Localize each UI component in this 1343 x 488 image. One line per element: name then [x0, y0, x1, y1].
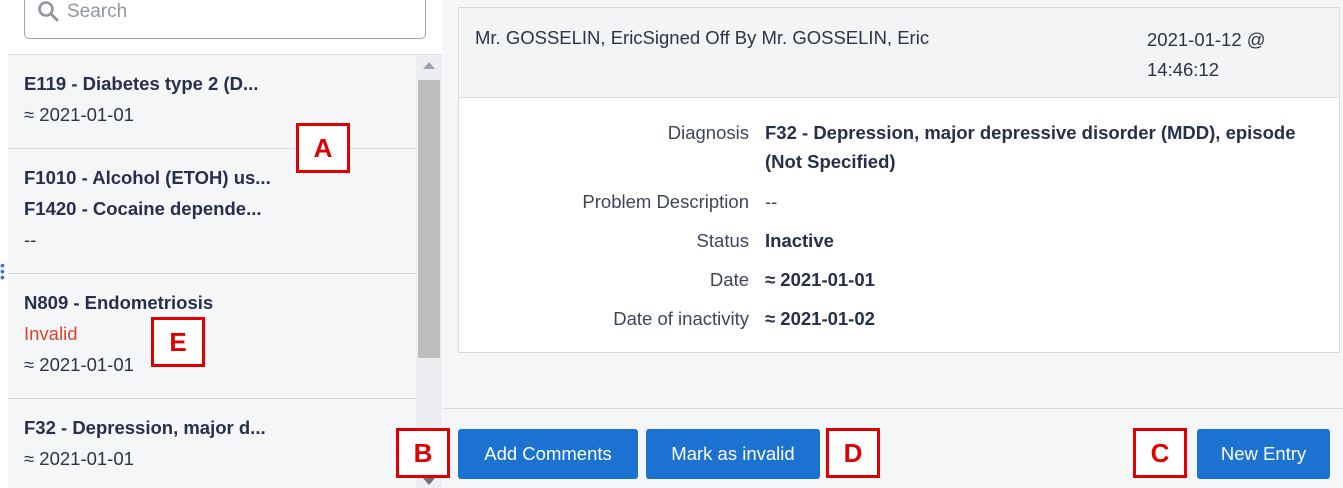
add-comments-button[interactable]: Add Comments	[458, 429, 638, 479]
new-entry-button[interactable]: New Entry	[1197, 429, 1330, 479]
date-of-inactivity-label: Date of inactivity	[613, 308, 749, 329]
problem-description-label: Problem Description	[582, 191, 749, 212]
list-item-date: ≈ 2021-01-01	[24, 354, 134, 375]
list-item-status: Invalid	[24, 323, 78, 344]
diagnosis-value: F32 - Depression, major depressive disor…	[765, 122, 1296, 172]
list-item-title: F1010 - Alcohol (ETOH) us...	[24, 167, 271, 188]
scroll-up-icon[interactable]	[423, 62, 435, 69]
scroll-down-icon[interactable]	[423, 478, 435, 485]
search-area	[8, 0, 442, 55]
list-item[interactable]: E119 - Diabetes type 2 (D... ≈ 2021-01-0…	[8, 56, 416, 149]
date-label: Date	[709, 269, 749, 290]
list-item[interactable]: N809 - Endometriosis Invalid ≈ 2021-01-0…	[8, 274, 416, 399]
search-input[interactable]	[67, 1, 407, 23]
callout-d: D	[826, 428, 880, 478]
list-item[interactable]: F32 - Depression, major d... ≈ 2021-01-0…	[8, 399, 416, 488]
search-box[interactable]	[24, 0, 426, 39]
entry-author: Mr. GOSSELIN, EricSigned Off By Mr. GOSS…	[475, 27, 930, 48]
status-label: Status	[696, 230, 749, 251]
list-item-title: F32 - Depression, major d...	[24, 417, 266, 438]
scroll-thumb[interactable]	[418, 80, 440, 358]
entry-card: Mr. GOSSELIN, EricSigned Off By Mr. GOSS…	[458, 7, 1340, 353]
detail-panel: Mr. GOSSELIN, EricSigned Off By Mr. GOSS…	[443, 0, 1343, 488]
list-item-title: F1420 - Cocaine depende...	[24, 198, 262, 219]
callout-e: E	[151, 317, 205, 367]
status-value: Inactive	[765, 230, 834, 251]
problem-description-value: --	[765, 191, 778, 212]
mark-invalid-button[interactable]: Mark as invalid	[646, 429, 820, 479]
list-item-title: E119 - Diabetes type 2 (D...	[24, 73, 259, 94]
date-value: ≈ 2021-01-01	[765, 269, 875, 290]
entry-header: Mr. GOSSELIN, EricSigned Off By Mr. GOSS…	[459, 8, 1339, 98]
search-icon	[38, 1, 59, 22]
list-item-date: --	[24, 229, 37, 250]
list-item-title: N809 - Endometriosis	[24, 292, 214, 313]
list-item[interactable]: F1010 - Alcohol (ETOH) us... F1420 - Coc…	[8, 149, 416, 274]
entry-datetime: 2021-01-12 @ 14:46:12	[1147, 29, 1266, 80]
left-edge: • • •	[0, 0, 8, 488]
problem-list: E119 - Diabetes type 2 (D... ≈ 2021-01-0…	[8, 56, 416, 488]
callout-a: A	[296, 123, 350, 173]
callout-c: C	[1133, 428, 1187, 478]
resize-grip-icon[interactable]: • • •	[0, 258, 5, 284]
list-item-date: ≈ 2021-01-01	[24, 104, 134, 125]
problem-list-panel: E119 - Diabetes type 2 (D... ≈ 2021-01-0…	[8, 0, 442, 488]
diagnosis-label: Diagnosis	[667, 122, 749, 143]
callout-b: B	[396, 428, 450, 478]
list-scrollbar[interactable]	[416, 56, 442, 488]
date-of-inactivity-value: ≈ 2021-01-02	[765, 308, 875, 329]
action-bar: Add Comments Mark as invalid New Entry	[443, 408, 1343, 488]
list-item-date: ≈ 2021-01-01	[24, 448, 134, 469]
